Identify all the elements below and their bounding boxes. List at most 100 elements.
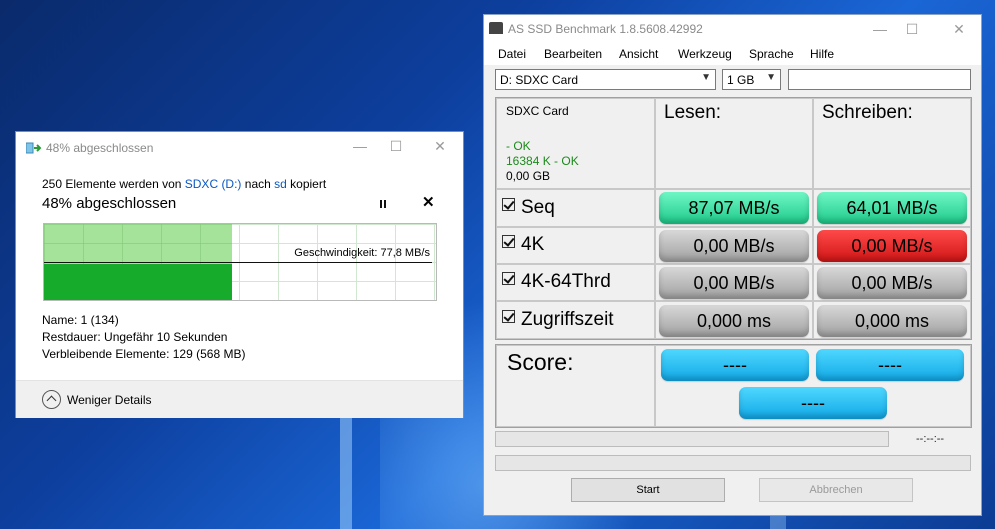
checkbox-checked-icon[interactable] (502, 235, 515, 248)
menu-ansicht[interactable]: Ansicht (619, 47, 658, 61)
checkbox-checked-icon[interactable] (502, 198, 515, 211)
total-progress-bar (495, 455, 971, 471)
close-icon[interactable]: ✕ (432, 138, 448, 154)
current-file-name: Name: 1 (134) (42, 313, 119, 327)
write-header-cell: Schreiben: (813, 98, 971, 189)
score-label: Score: (507, 349, 574, 375)
score-panel: Score: ---- ---- ---- (495, 344, 972, 428)
row-4k-label[interactable]: 4K (502, 234, 544, 256)
copy-details: Name: 1 (134) Restdauer: Ungefähr 10 Sek… (42, 312, 245, 363)
row-seq-label-cell: Seq (496, 189, 655, 227)
row-seq-write-cell: 64,01 MB/s (813, 189, 971, 227)
drive-capacity: 0,00 GB (506, 169, 551, 183)
desktop-light-beam (340, 400, 352, 529)
row-access-read-cell: 0,000 ms (655, 301, 813, 339)
remaining-items: Verbleibende Elemente: 129 (568 MB) (42, 347, 246, 361)
copy-description-prefix: 250 Elemente werden von (42, 177, 185, 191)
less-details-button[interactable]: Weniger Details (67, 393, 151, 407)
copy-description-middle: nach (241, 177, 275, 191)
row-4k64-read-cell: 0,00 MB/s (655, 264, 813, 301)
minimize-icon[interactable]: — (872, 21, 888, 37)
ssd-titlebar[interactable]: AS SSD Benchmark 1.8.5608.42992 — ☐ ✕ (484, 15, 981, 43)
speed-label: Geschwindigkeit: 77,8 MB/s (294, 247, 430, 259)
graph-speed-area (44, 264, 232, 300)
row-4k64-text: 4K-64Thrd (521, 271, 611, 292)
size-select[interactable]: 1 GB ▼ (722, 69, 781, 90)
copy-dialog-footer: Weniger Details (16, 380, 463, 418)
checkbox-checked-icon[interactable] (502, 272, 515, 285)
row-4k-label-cell: 4K (496, 227, 655, 264)
menu-hilfe[interactable]: Hilfe (810, 47, 834, 61)
row-seq-read-cell: 87,07 MB/s (655, 189, 813, 227)
progress-heading: 48% abgeschlossen (42, 195, 177, 212)
row-4k64-label-cell: 4K-64Thrd (496, 264, 655, 301)
menu-sprache[interactable]: Sprache (749, 47, 794, 61)
drive-name: SDXC Card (506, 104, 569, 118)
access-read-result: 0,000 ms (659, 305, 809, 337)
maximize-icon[interactable]: ☐ (904, 21, 920, 37)
score-total: ---- (739, 387, 887, 419)
destination-link[interactable]: sd (274, 177, 287, 191)
copy-dialog-title: 48% abgeschlossen (46, 141, 154, 155)
row-access-label-cell: Zugriffszeit (496, 301, 655, 339)
alignment-status: - OK (506, 139, 531, 153)
menu-werkzeug[interactable]: Werkzeug (678, 47, 732, 61)
4k-read-result: 0,00 MB/s (659, 230, 809, 262)
as-ssd-benchmark-window: AS SSD Benchmark 1.8.5608.42992 — ☐ ✕ Da… (483, 14, 982, 516)
row-access-write-cell: 0,000 ms (813, 301, 971, 339)
copy-progress-dialog: 48% abgeschlossen — ☐ ✕ 250 Elemente wer… (15, 131, 464, 418)
chevron-up-icon[interactable] (42, 390, 61, 409)
row-seq-text: Seq (521, 197, 555, 218)
label-input[interactable] (788, 69, 971, 90)
4k64-read-result: 0,00 MB/s (659, 267, 809, 299)
row-seq-label[interactable]: Seq (502, 197, 555, 219)
app-icon (489, 22, 503, 34)
benchmark-progress-bar (495, 431, 889, 447)
block-status: 16384 K - OK (506, 154, 579, 168)
start-button[interactable]: Start (571, 478, 725, 502)
graph-speed-line (44, 262, 432, 263)
score-values-cell: ---- ---- ---- (655, 345, 971, 427)
copy-icon (26, 142, 42, 154)
row-4k-read-cell: 0,00 MB/s (655, 227, 813, 264)
row-access-label[interactable]: Zugriffszeit (502, 309, 614, 331)
results-panel: SDXC Card - OK 16384 K - OK 0,00 GB Lese… (495, 97, 972, 340)
transfer-speed-graph: Geschwindigkeit: 77,8 MB/s (43, 223, 437, 301)
drive-select-value: D: SDXC Card (500, 73, 579, 87)
row-access-text: Zugriffszeit (521, 309, 614, 330)
access-write-result: 0,000 ms (817, 305, 967, 337)
seq-read-result: 87,07 MB/s (659, 192, 809, 224)
seq-write-result: 64,01 MB/s (817, 192, 967, 224)
size-select-value: 1 GB (727, 73, 755, 87)
menu-datei[interactable]: Datei (498, 47, 526, 61)
score-label-cell: Score: (496, 345, 655, 427)
checkbox-checked-icon[interactable] (502, 310, 515, 323)
ssd-window-title: AS SSD Benchmark 1.8.5608.42992 (508, 22, 703, 36)
menu-bearbeiten[interactable]: Bearbeiten (544, 47, 602, 61)
pause-icon[interactable] (376, 198, 390, 212)
4k64-write-result: 0,00 MB/s (817, 267, 967, 299)
read-header-cell: Lesen: (655, 98, 813, 189)
minimize-icon[interactable]: — (352, 138, 368, 154)
elapsed-time: --:--:-- (916, 433, 945, 445)
row-4k-text: 4K (521, 234, 545, 255)
chevron-down-icon: ▼ (701, 72, 711, 83)
score-write: ---- (816, 349, 964, 381)
read-column-header: Lesen: (664, 102, 722, 123)
copy-description: 250 Elemente werden von SDXC (D:) nach s… (42, 177, 326, 191)
copy-description-suffix: kopiert (286, 177, 327, 191)
stop-icon[interactable]: ✕ (422, 195, 436, 211)
maximize-icon[interactable]: ☐ (388, 138, 404, 154)
remaining-time: Restdauer: Ungefähr 10 Sekunden (42, 330, 228, 344)
source-link[interactable]: SDXC (D:) (185, 177, 242, 191)
4k-write-result: 0,00 MB/s (817, 230, 967, 262)
drive-info-cell: SDXC Card - OK 16384 K - OK 0,00 GB (496, 98, 655, 189)
chevron-down-icon: ▼ (766, 72, 776, 83)
row-4k64-write-cell: 0,00 MB/s (813, 264, 971, 301)
cancel-button[interactable]: Abbrechen (759, 478, 913, 502)
close-icon[interactable]: ✕ (951, 21, 967, 37)
copy-dialog-titlebar[interactable]: 48% abgeschlossen — ☐ ✕ (16, 132, 463, 162)
menu-bar: Datei Bearbeiten Ansicht Werkzeug Sprach… (484, 43, 981, 65)
drive-select[interactable]: D: SDXC Card ▼ (495, 69, 716, 90)
row-4k64-label[interactable]: 4K-64Thrd (502, 271, 611, 293)
